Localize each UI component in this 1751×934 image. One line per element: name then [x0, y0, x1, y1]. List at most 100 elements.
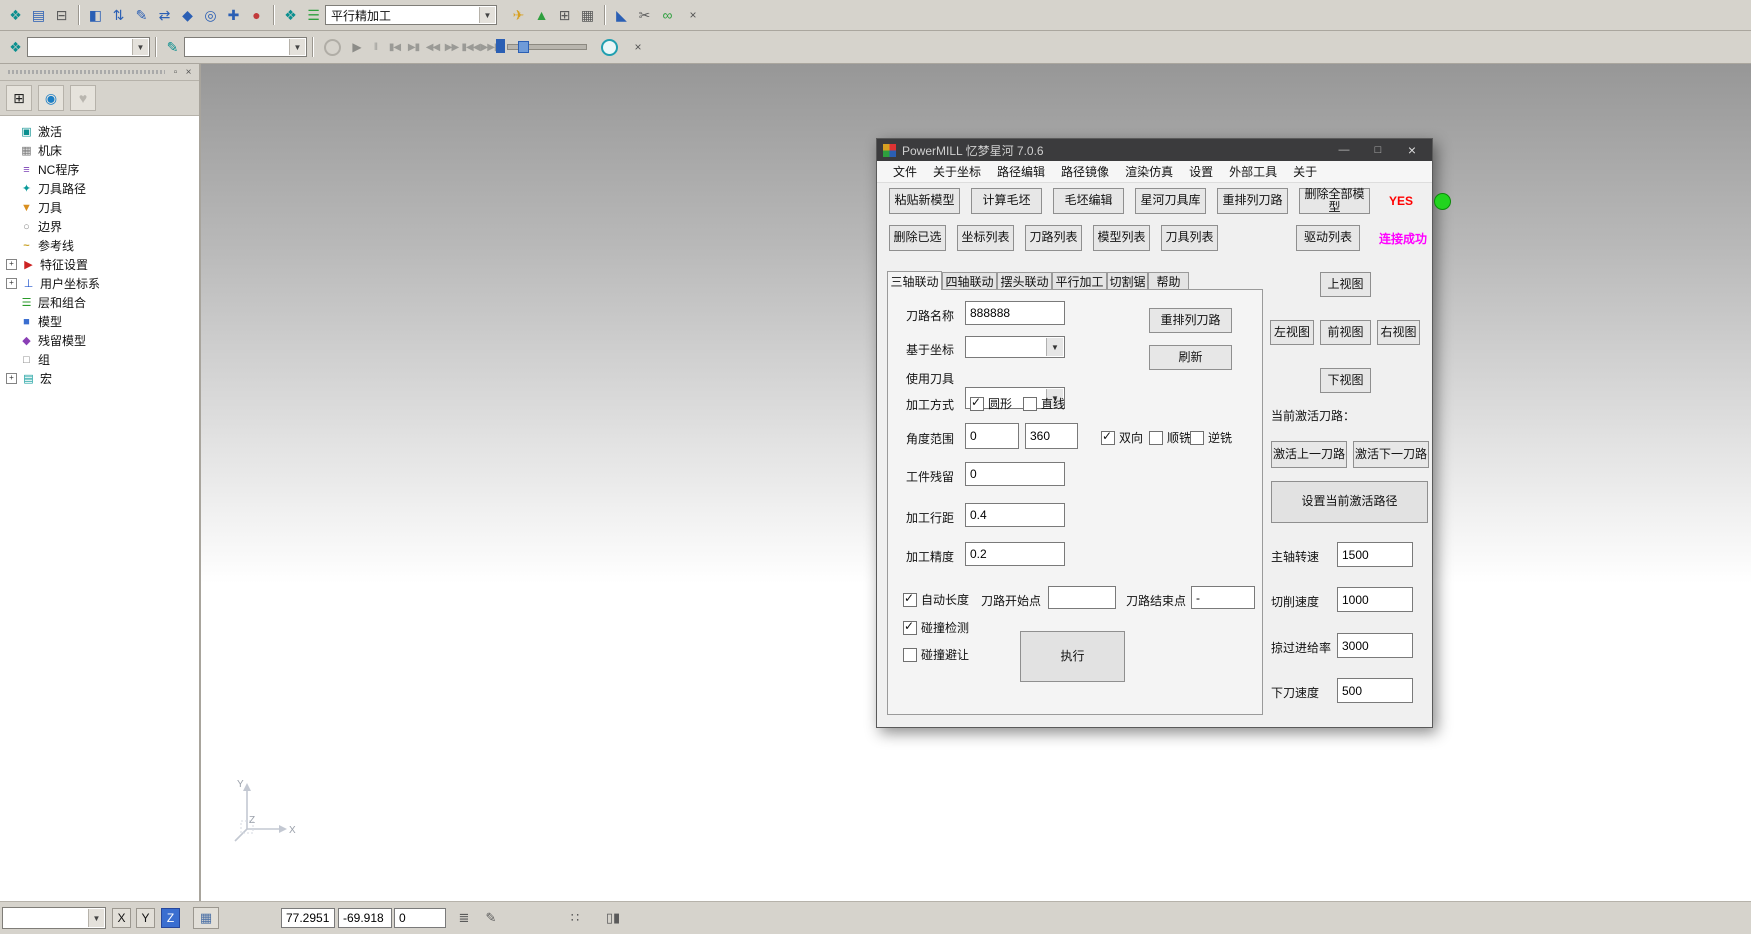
tree-item[interactable]: ■模型	[2, 312, 197, 331]
menu-path-edit[interactable]: 路径编辑	[989, 163, 1053, 180]
bidirectional-checkbox[interactable]: 双向	[1101, 429, 1143, 446]
favorites-icon[interactable]: ♥	[70, 85, 96, 111]
climb-checkbox[interactable]: 顺铣	[1149, 429, 1191, 446]
tool-list-button[interactable]: 刀具列表	[1161, 225, 1218, 251]
expander-icon[interactable]: +	[6, 373, 17, 384]
menu-file[interactable]: 文件	[885, 163, 925, 180]
tab-parallel[interactable]: 平行加工	[1052, 272, 1107, 290]
drive-list-button[interactable]: 驱动列表	[1296, 225, 1360, 251]
toolbar-close-icon[interactable]: ×	[630, 39, 646, 55]
hierarchy-icon[interactable]: ⊞	[6, 85, 32, 111]
panel-grip[interactable]	[8, 70, 165, 74]
stock-input[interactable]	[965, 462, 1065, 486]
pause-button[interactable]: ‖	[366, 38, 385, 57]
edit-block-button[interactable]: 毛坯编辑	[1053, 188, 1124, 214]
base-coord-combobox[interactable]: ▼	[965, 336, 1065, 358]
cursor-z-field[interactable]	[394, 908, 446, 928]
brush-icon[interactable]: ✎	[161, 36, 184, 59]
calculator-icon[interactable]: ▦	[576, 4, 599, 27]
coord-list-button[interactable]: 坐标列表	[957, 225, 1014, 251]
activate-prev-path-button[interactable]: 激活上一刀路	[1271, 441, 1347, 468]
boundary-icon[interactable]: ◎	[199, 4, 222, 27]
cutting-speed-input[interactable]	[1337, 587, 1413, 612]
path-list-button[interactable]: 刀路列表	[1025, 225, 1082, 251]
dotted-grid-icon[interactable]: ∷	[566, 910, 584, 926]
tab-tilt-head[interactable]: 摆头联动	[997, 272, 1052, 290]
checkbox-icon[interactable]	[903, 648, 917, 662]
grid-icon[interactable]: ▦	[193, 907, 219, 929]
reorder-paths-button[interactable]: 重排列刀路	[1217, 188, 1288, 214]
conventional-checkbox[interactable]: 逆铣	[1190, 429, 1232, 446]
step-back-button[interactable]: ▮◀	[385, 38, 404, 57]
skim-feed-input[interactable]	[1337, 633, 1413, 658]
stepover-input[interactable]	[965, 503, 1065, 527]
save-icon[interactable]: ▤	[27, 4, 50, 27]
menu-ext-tools[interactable]: 外部工具	[1221, 163, 1285, 180]
globe-icon[interactable]: ◉	[38, 85, 64, 111]
list-icon[interactable]: ≣	[455, 910, 473, 926]
tool-library-button[interactable]: 星河刀具库	[1135, 188, 1206, 214]
statusbar-combobox[interactable]: ▼	[2, 907, 106, 929]
tree-item[interactable]: ▼刀具	[2, 198, 197, 217]
chevron-down-icon[interactable]: ▼	[132, 39, 148, 55]
chevron-down-icon[interactable]: ▼	[88, 909, 104, 927]
tree-item[interactable]: +▶特征设置	[2, 255, 197, 274]
slider-handle[interactable]	[518, 41, 529, 53]
device-icon[interactable]: ▯▮	[604, 910, 622, 926]
chevron-down-icon[interactable]: ▼	[289, 39, 305, 55]
ncprogram-combobox[interactable]: ▼	[27, 37, 150, 57]
tree-item[interactable]: +▤宏	[2, 369, 197, 388]
view-front-button[interactable]: 前视图	[1320, 320, 1371, 345]
tree-item[interactable]: +⊥用户坐标系	[2, 274, 197, 293]
axis-x-button[interactable]: X	[112, 908, 131, 928]
tree-item[interactable]: ○边界	[2, 217, 197, 236]
measure-icon[interactable]: ◣	[610, 4, 633, 27]
checkbox-icon[interactable]	[1149, 431, 1163, 445]
line-checkbox[interactable]: 直线	[1023, 395, 1065, 412]
levels2-icon[interactable]: ❖	[279, 4, 302, 27]
block-icon[interactable]: ◧	[84, 4, 107, 27]
levels-icon[interactable]: ❖	[4, 36, 27, 59]
view-left-button[interactable]: 左视图	[1270, 320, 1314, 345]
pattern-icon[interactable]: ✚	[222, 4, 245, 27]
view-top-button[interactable]: 上视图	[1320, 272, 1371, 297]
chevron-down-icon[interactable]: ▼	[479, 7, 495, 23]
clip-icon[interactable]: ✂	[633, 4, 656, 27]
path-end-input[interactable]	[1191, 586, 1255, 609]
lightbulb-icon[interactable]	[324, 39, 341, 56]
tree-item[interactable]: ◆残留模型	[2, 331, 197, 350]
cursor-y-field[interactable]	[338, 908, 392, 928]
axis-z-button[interactable]: Z	[161, 908, 180, 928]
checkbox-icon[interactable]	[970, 397, 984, 411]
clock-icon[interactable]	[601, 39, 618, 56]
simulation-combobox[interactable]: ▼	[184, 37, 307, 57]
scale-icon[interactable]: ⊞	[553, 4, 576, 27]
spindle-speed-input[interactable]	[1337, 542, 1413, 567]
toolbar-close-icon[interactable]: ×	[685, 7, 701, 23]
view-bottom-button[interactable]: 下视图	[1320, 368, 1371, 393]
go-start-button[interactable]: ▮◀◀	[461, 38, 480, 57]
axis-y-button[interactable]: Y	[136, 908, 155, 928]
menu-coords[interactable]: 关于坐标	[925, 163, 989, 180]
tolerance-input[interactable]	[965, 542, 1065, 566]
angle-from-input[interactable]	[965, 423, 1019, 449]
chevron-down-icon[interactable]: ▼	[1046, 338, 1063, 356]
levels-icon[interactable]: ❖	[4, 4, 27, 27]
minimize-button[interactable]: —	[1330, 140, 1358, 160]
checkbox-icon[interactable]	[1190, 431, 1204, 445]
menu-mirror[interactable]: 路径镜像	[1053, 163, 1117, 180]
auto-length-checkbox[interactable]: 自动长度	[903, 591, 969, 608]
expander-icon[interactable]: +	[6, 278, 17, 289]
toolpath-edit-icon[interactable]: ✎	[130, 4, 153, 27]
plunge-speed-input[interactable]	[1337, 678, 1413, 703]
strategy-combobox[interactable]: 平行精加工 ▼	[325, 5, 497, 25]
dialog-titlebar[interactable]: PowerMILL 忆梦星河 7.0.6 — □ ×	[877, 139, 1432, 161]
tree-item[interactable]: ≡NC程序	[2, 160, 197, 179]
panel-header[interactable]: ▫ ×	[0, 64, 199, 81]
fast-forward-button[interactable]: ▶▶	[442, 38, 461, 57]
tree-item[interactable]: ▣激活	[2, 122, 197, 141]
delete-selected-button[interactable]: 删除已选	[889, 225, 946, 251]
reorder-paths-button-2[interactable]: 重排列刀路	[1149, 308, 1232, 333]
toolpath-name-input[interactable]	[965, 301, 1065, 325]
bird-icon[interactable]: ✈	[507, 4, 530, 27]
